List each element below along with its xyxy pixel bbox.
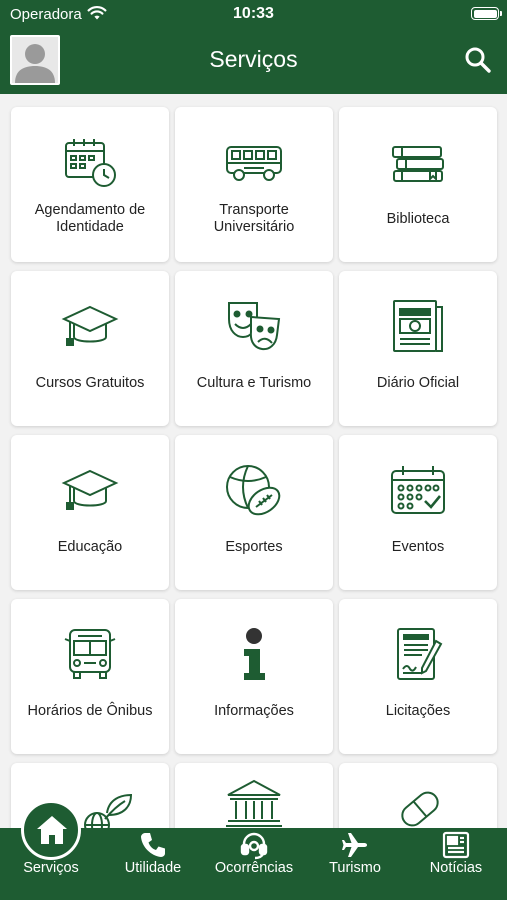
service-label: Licitações	[385, 702, 451, 719]
calendar-clock-icon	[65, 139, 116, 187]
service-label: Agendamento de Identidade	[34, 202, 146, 235]
service-label: Diário Oficial	[376, 374, 460, 391]
nav-label: Turismo	[329, 860, 381, 876]
graduation-cap-icon	[61, 305, 119, 346]
nav-item-noticias[interactable]: Notícias	[406, 828, 506, 900]
contract-icon	[397, 628, 443, 680]
status-time: 10:33	[233, 5, 274, 22]
header-bar: Operadora 10:33 Serviços	[0, 0, 507, 94]
nav-item-ocorrencias[interactable]: Ocorrências	[204, 828, 304, 900]
status-bar: Operadora 10:33	[0, 0, 507, 30]
service-card-biblioteca[interactable]: Biblioteca	[339, 107, 497, 262]
service-label: Transporte Universitário	[213, 202, 295, 235]
airplane-icon	[342, 833, 367, 857]
nav-label: Notícias	[429, 860, 483, 876]
service-label: Educação	[57, 538, 123, 555]
search-icon[interactable]	[462, 44, 494, 76]
nav-label: Serviços	[23, 860, 79, 876]
bank-building-icon	[226, 779, 282, 827]
bus-icon	[226, 146, 282, 181]
calendar-check-icon	[391, 466, 445, 514]
sports-balls-icon	[226, 465, 281, 516]
home-button[interactable]	[21, 800, 81, 860]
service-card-transporte[interactable]: Transporte Universitário	[175, 107, 333, 262]
home-icon	[37, 816, 67, 844]
nav-label: Ocorrências	[214, 860, 294, 876]
graduation-cap-icon	[61, 469, 119, 510]
nav-label: Utilidade	[124, 860, 182, 876]
page-title: Serviços	[209, 46, 298, 72]
battery-icon	[471, 7, 502, 20]
service-card-agendamento[interactable]: Agendamento de Identidade	[11, 107, 169, 262]
phone-icon	[141, 833, 165, 857]
service-label: Cultura e Turismo	[196, 374, 312, 391]
service-label: Esportes	[225, 538, 283, 555]
service-label: Informações	[214, 702, 294, 719]
service-label: Horários de Ônibus	[27, 702, 153, 719]
theater-masks-icon	[228, 302, 281, 351]
service-label: Cursos Gratuitos	[35, 374, 145, 391]
service-label: Eventos	[391, 538, 445, 555]
headset-icon	[240, 832, 268, 860]
books-icon	[392, 146, 444, 182]
nav-item-utilidade[interactable]: Utilidade	[103, 828, 203, 900]
app-screen: Operadora 10:33 Serviços Agendamento de …	[0, 0, 507, 900]
bus-front-icon	[64, 629, 116, 679]
info-icon	[244, 628, 265, 680]
service-card-esportes[interactable]: Esportes	[175, 435, 333, 590]
service-card-cultura[interactable]: Cultura e Turismo	[175, 271, 333, 426]
service-card-diario[interactable]: Diário Oficial	[339, 271, 497, 426]
service-card-horarios[interactable]: Horários de Ônibus	[11, 599, 169, 754]
news-icon	[442, 831, 470, 859]
service-card-eventos[interactable]: Eventos	[339, 435, 497, 590]
service-card-informacoes[interactable]: Informações	[175, 599, 333, 754]
service-card-cursos[interactable]: Cursos Gratuitos	[11, 271, 169, 426]
service-card-educacao[interactable]: Educação	[11, 435, 169, 590]
nav-item-turismo[interactable]: Turismo	[305, 828, 405, 900]
service-label: Biblioteca	[386, 210, 450, 227]
newspaper-icon	[393, 300, 443, 352]
service-card-licitacoes[interactable]: Licitações	[339, 599, 497, 754]
